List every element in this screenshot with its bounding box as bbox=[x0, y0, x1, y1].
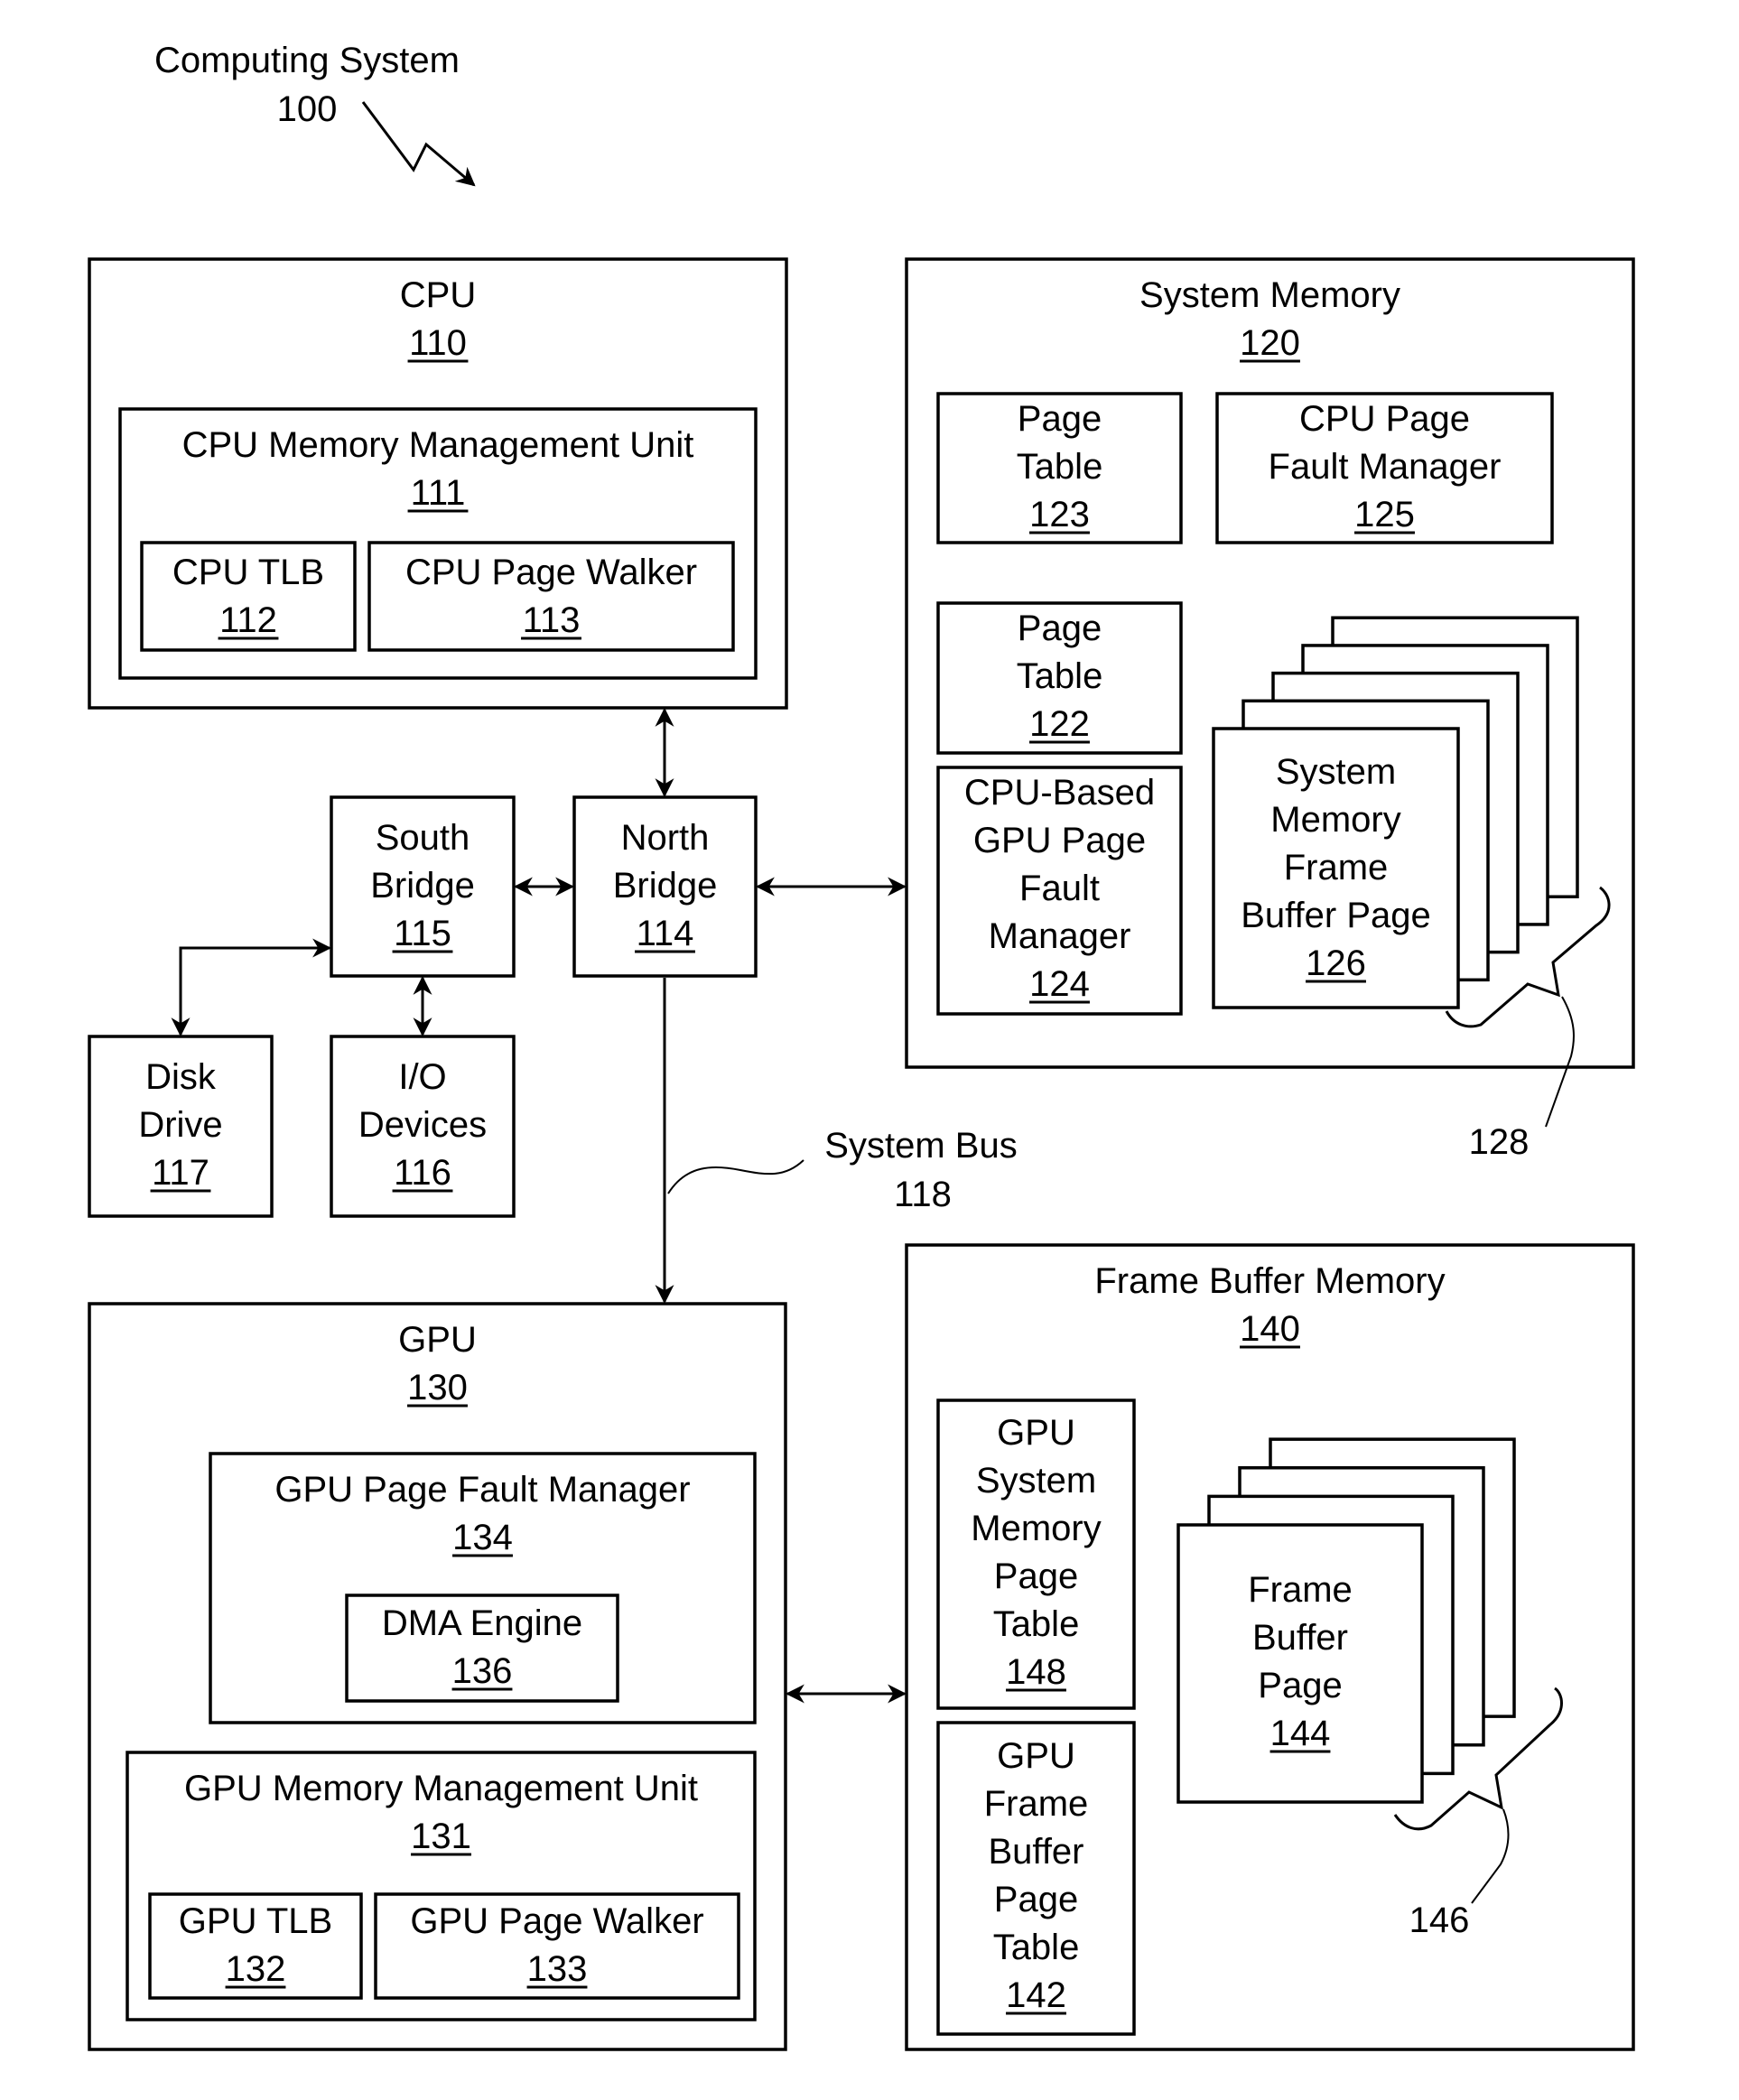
io-devices-label: I/O bbox=[398, 1057, 446, 1097]
north-bridge-block: North Bridge 114 bbox=[572, 795, 758, 978]
cpu-mmu-ref: 111 bbox=[411, 473, 466, 513]
gpu-fb-page-table-label: GPU bbox=[997, 1736, 1075, 1776]
southbridge-disk-link bbox=[171, 938, 332, 1037]
south-bridge-label: Bridge bbox=[370, 866, 475, 906]
system-bus-label: System Bus bbox=[824, 1126, 1017, 1166]
system-memory-ref: 120 bbox=[1240, 323, 1300, 363]
cpu-based-gpu-pfm-label: GPU Page bbox=[973, 821, 1146, 860]
gpu-sys-mem-page-table-label: Table bbox=[993, 1604, 1080, 1644]
io-devices-label: Devices bbox=[358, 1105, 487, 1145]
gpu-mmu-label: GPU Memory Management Unit bbox=[184, 1769, 698, 1808]
disk-drive-ref: 117 bbox=[152, 1153, 209, 1193]
cpu-tlb-block: CPU TLB 112 bbox=[140, 541, 357, 652]
north-bridge-ref: 114 bbox=[637, 914, 694, 953]
page-table-122-block: Page Table 122 bbox=[936, 601, 1183, 755]
system-bus-leader bbox=[667, 1159, 804, 1194]
south-bridge-ref: 115 bbox=[394, 914, 451, 953]
page-table-123-label: Page bbox=[1018, 399, 1102, 439]
south-bridge-block: South Bridge 115 bbox=[330, 795, 516, 978]
north-bridge-label: Bridge bbox=[613, 866, 718, 906]
gpu-fb-page-table-label: Page bbox=[994, 1880, 1078, 1919]
cpu-mmu-label: CPU Memory Management Unit bbox=[182, 425, 694, 465]
frame-buffer-page-label: Page bbox=[1258, 1666, 1342, 1705]
cpu-page-walker-block: CPU Page Walker 113 bbox=[367, 541, 735, 652]
group-146-label: 146 bbox=[1409, 1900, 1470, 1940]
computing-system-diagram: Computing System 100 CPU 110 CPU Memory Ma… bbox=[88, 41, 1635, 2051]
dma-engine-block: DMA Engine 136 bbox=[345, 1594, 619, 1703]
frame-buffer-page-label: Buffer bbox=[1252, 1618, 1348, 1658]
cpu-page-walker-ref: 113 bbox=[523, 600, 581, 640]
disk-drive-label: Disk bbox=[145, 1057, 217, 1097]
cpu-page-walker-label: CPU Page Walker bbox=[405, 553, 697, 592]
frame-buffer-memory-ref: 140 bbox=[1240, 1309, 1300, 1349]
gpu-fb-page-table-block: GPU Frame Buffer Page Table 142 bbox=[936, 1721, 1136, 2036]
page-table-123-label: Table bbox=[1017, 447, 1103, 487]
system-bus-ref: 118 bbox=[894, 1175, 952, 1214]
cpu-tlb-ref: 112 bbox=[219, 600, 277, 640]
cpu-page-fault-manager-block: CPU Page Fault Manager 125 bbox=[1215, 392, 1554, 544]
gpu-sys-mem-page-table-label: Page bbox=[994, 1556, 1078, 1596]
gpu-page-walker-block: GPU Page Walker 133 bbox=[374, 1892, 740, 2000]
cpu-page-fault-manager-label: Fault Manager bbox=[1269, 447, 1502, 487]
gpu-ref: 130 bbox=[407, 1368, 468, 1408]
frame-buffer-memory-label: Frame Buffer Memory bbox=[1094, 1261, 1445, 1301]
gpu-mmu-ref: 131 bbox=[411, 1817, 471, 1856]
sys-mem-frame-buffer-page-label: Memory bbox=[1270, 800, 1400, 840]
gpu-tlb-label: GPU TLB bbox=[179, 1901, 332, 1941]
gpu-page-fault-manager-label: GPU Page Fault Manager bbox=[274, 1470, 690, 1510]
page-table-122-label: Page bbox=[1018, 609, 1102, 648]
title-lightning-arrow-icon bbox=[361, 101, 476, 187]
frame-buffer-page-label: Frame bbox=[1248, 1570, 1353, 1610]
cpu-ref: 110 bbox=[409, 323, 467, 363]
io-devices-ref: 116 bbox=[394, 1153, 451, 1193]
page-table-122-label: Table bbox=[1017, 656, 1103, 696]
sys-mem-frame-buffer-page-label: Buffer Page bbox=[1241, 896, 1431, 935]
io-devices-block: I/O Devices 116 bbox=[330, 1035, 516, 1218]
gpu-fb-page-table-label: Frame bbox=[984, 1784, 1089, 1824]
cpu-page-fault-manager-label: CPU Page bbox=[1299, 399, 1470, 439]
cpu-label: CPU bbox=[400, 275, 476, 315]
disk-drive-block: Disk Drive 117 bbox=[88, 1035, 274, 1218]
gpu-page-fault-manager-ref: 134 bbox=[452, 1518, 513, 1557]
cpu-based-gpu-pfm-block: CPU-Based GPU Page Fault Manager 124 bbox=[936, 766, 1183, 1016]
cpu-based-gpu-pfm-label: Fault bbox=[1019, 869, 1100, 908]
gpu-sys-mem-page-table-block: GPU System Memory Page Table 148 bbox=[936, 1398, 1136, 1710]
gpu-sys-mem-page-table-label: GPU bbox=[997, 1413, 1075, 1453]
group-128-label: 128 bbox=[1469, 1122, 1530, 1162]
cpu-based-gpu-pfm-ref: 124 bbox=[1029, 964, 1090, 1004]
cpu-based-gpu-pfm-label: CPU-Based bbox=[964, 773, 1155, 813]
gpu-fb-page-table-ref: 142 bbox=[1006, 1975, 1066, 2015]
stacked-page bbox=[1176, 1523, 1424, 1804]
gpu-sys-mem-page-table-ref: 148 bbox=[1006, 1652, 1066, 1692]
gpu-tlb-block: GPU TLB 132 bbox=[148, 1892, 363, 2000]
gpu-page-walker-label: GPU Page Walker bbox=[410, 1901, 703, 1941]
dma-engine-label: DMA Engine bbox=[382, 1603, 582, 1643]
gpu-sys-mem-page-table-label: Memory bbox=[971, 1509, 1101, 1548]
cpu-page-fault-manager-ref: 125 bbox=[1354, 495, 1415, 534]
page-table-122-ref: 122 bbox=[1029, 704, 1090, 744]
gpu-fb-page-table-label: Table bbox=[993, 1928, 1080, 1967]
gpu-tlb-ref: 132 bbox=[226, 1949, 286, 1989]
system-memory-label: System Memory bbox=[1139, 275, 1400, 315]
disk-drive-label: Drive bbox=[138, 1105, 222, 1145]
gpu-label: GPU bbox=[398, 1320, 477, 1360]
cpu-based-gpu-pfm-label: Manager bbox=[989, 916, 1131, 956]
gpu-fb-page-table-label: Buffer bbox=[989, 1832, 1084, 1872]
page-table-123-block: Page Table 123 bbox=[936, 392, 1183, 544]
title-ref: 100 bbox=[277, 89, 338, 129]
dma-engine-ref: 136 bbox=[452, 1651, 513, 1691]
gpu-sys-mem-page-table-label: System bbox=[976, 1461, 1096, 1501]
page-table-123-ref: 123 bbox=[1029, 495, 1090, 534]
sys-mem-frame-buffer-page-label: Frame bbox=[1284, 848, 1389, 887]
frame-buffer-page-ref: 144 bbox=[1270, 1714, 1331, 1753]
north-bridge-label: North bbox=[621, 818, 710, 858]
gpu-page-walker-ref: 133 bbox=[527, 1949, 588, 1989]
sys-mem-frame-buffer-page-label: System bbox=[1276, 752, 1396, 792]
title-label: Computing System 100 bbox=[154, 41, 476, 187]
sys-mem-frame-buffer-page-ref: 126 bbox=[1306, 943, 1366, 983]
cpu-tlb-label: CPU TLB bbox=[172, 553, 324, 592]
south-bridge-label: South bbox=[376, 818, 470, 858]
title-text: Computing System bbox=[154, 41, 460, 80]
